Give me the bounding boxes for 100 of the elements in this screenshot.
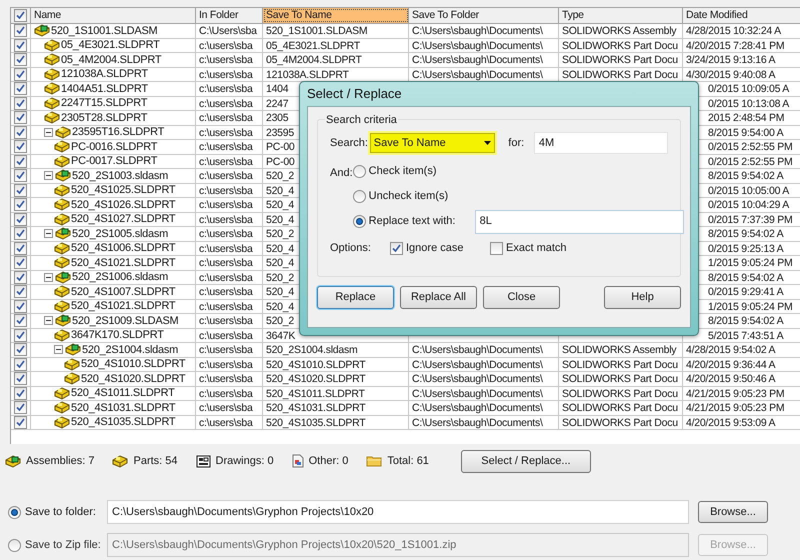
- part-icon: [44, 68, 60, 81]
- checkbox[interactable]: [14, 416, 27, 429]
- checkbox[interactable]: [490, 242, 503, 255]
- part-icon: [54, 242, 70, 255]
- file-name: 121038A.SLDPRT: [61, 68, 148, 81]
- table-cell-text: SOLIDWORKS Part Docu: [561, 53, 678, 66]
- collapse-toggle-icon[interactable]: [44, 272, 53, 282]
- part-icon: [64, 358, 80, 371]
- table-cell-text: c:\users\sba: [198, 169, 253, 182]
- path-field[interactable]: C:\Users\sbaugh\Documents\Gryphon Projects\10x20: [107, 500, 689, 524]
- table-cell-text: 0/2015 10:13:08 A: [707, 96, 789, 110]
- part-icon: [64, 372, 80, 386]
- part-icon: [54, 198, 70, 212]
- search-field[interactable]: 4M: [534, 132, 668, 154]
- column-header[interactable]: In Folder: [196, 8, 263, 23]
- table-cell-text: 520_2: [265, 227, 294, 240]
- count-label: Assemblies: 7: [26, 454, 94, 469]
- assembly-icon: [55, 227, 71, 240]
- checkbox[interactable]: [14, 328, 27, 342]
- checkbox[interactable]: [14, 300, 27, 313]
- browse-button[interactable]: Browse...: [698, 501, 768, 523]
- checkbox[interactable]: [14, 68, 27, 81]
- table-cell-text: SOLIDWORKS Assembly: [561, 343, 676, 356]
- checkbox[interactable]: [14, 154, 27, 168]
- checkbox[interactable]: [390, 242, 403, 255]
- checkbox[interactable]: [14, 111, 27, 124]
- file-name: 520_4S1025.SLDPRT: [71, 184, 176, 197]
- column-header[interactable]: Save To Name: [263, 8, 409, 23]
- count-label: Total: 61: [387, 454, 429, 469]
- radio-button[interactable]: [352, 215, 366, 228]
- table-cell-text: 121038A.SLDPRT: [265, 68, 349, 81]
- dialog-button[interactable]: Replace: [317, 286, 394, 309]
- column-header[interactable]: Type: [559, 8, 683, 23]
- table-cell-text: C:\Users\sbaugh\Documents\: [411, 24, 543, 38]
- table-cell-text: 8/2015 9:54:02 A: [707, 270, 784, 284]
- table-cell-text: 520_4S1031.SLDPRT: [265, 401, 366, 414]
- checkbox[interactable]: [14, 184, 27, 197]
- radio-button[interactable]: [352, 165, 366, 178]
- checkbox[interactable]: [14, 169, 27, 182]
- file-name: 520_4S1007.SLDPRT: [71, 285, 176, 298]
- part-icon: [44, 82, 60, 96]
- table-cell-text: C:\Users\sbaugh\Documents\: [411, 372, 543, 386]
- search-dropdown[interactable]: Save To Name: [370, 133, 496, 153]
- checkbox[interactable]: [14, 227, 27, 240]
- part-icon: [54, 154, 70, 168]
- collapse-toggle-icon[interactable]: [44, 229, 53, 238]
- checkbox[interactable]: [14, 343, 27, 356]
- table-cell-text: C:\Users\sbaugh\Documents\: [411, 343, 543, 356]
- checkbox[interactable]: [14, 140, 27, 154]
- column-header[interactable]: Date Modified: [683, 8, 800, 23]
- select-replace-button[interactable]: Select / Replace...: [460, 450, 591, 472]
- file-name: 520_4S1031.SLDPRT: [71, 401, 176, 414]
- checkbox[interactable]: [14, 82, 27, 96]
- table-cell-text: c:\users\sba: [198, 416, 253, 429]
- column-header[interactable]: Name: [31, 8, 196, 23]
- file-name: 520_4S1035.SLDPRT: [71, 416, 176, 429]
- dialog-button[interactable]: Close: [483, 286, 560, 309]
- table-cell-text: 4/30/2015 9:40:08 A: [685, 68, 776, 81]
- part-icon: [54, 212, 70, 226]
- table-cell-text: 0/2015 7:37:39 PM: [707, 212, 792, 226]
- table-cell-text: 520_4S1010.SLDPRT: [265, 358, 366, 371]
- table-cell-text: 520_4: [265, 212, 294, 226]
- checkbox[interactable]: [14, 256, 27, 270]
- checkbox[interactable]: [14, 24, 27, 38]
- file-name: 520_4S1010.SLDPRT: [81, 358, 186, 371]
- file-name: 2247T15.SLDPRT: [61, 96, 148, 110]
- checkbox[interactable]: [14, 314, 27, 328]
- collapse-toggle-icon[interactable]: [44, 316, 53, 326]
- checkbox[interactable]: [14, 242, 27, 255]
- dialog-button[interactable]: Help: [604, 286, 681, 309]
- file-name: PC-0017.SLDPRT: [71, 154, 158, 168]
- checkbox[interactable]: [14, 9, 27, 22]
- checkbox[interactable]: [14, 38, 27, 52]
- radio-button[interactable]: [352, 190, 366, 203]
- checkbox[interactable]: [14, 53, 27, 66]
- checkbox[interactable]: [14, 358, 27, 371]
- checkbox[interactable]: [14, 212, 27, 226]
- checkbox[interactable]: [14, 401, 27, 414]
- table-cell-text: 4/20/2015 7:28:41 PM: [685, 38, 784, 52]
- radio-button[interactable]: [8, 506, 21, 518]
- collapse-toggle-icon[interactable]: [44, 128, 53, 137]
- collapse-toggle-icon[interactable]: [54, 345, 63, 354]
- checkbox[interactable]: [14, 372, 27, 386]
- table-cell-text: 3647K: [265, 328, 296, 342]
- checkbox[interactable]: [14, 285, 27, 298]
- file-name: 520_4S1026.SLDPRT: [71, 198, 176, 212]
- collapse-toggle-icon[interactable]: [44, 171, 53, 180]
- count-label: Parts: 54: [133, 454, 178, 469]
- assembly-icon: [55, 169, 71, 182]
- checkbox[interactable]: [14, 96, 27, 110]
- column-header[interactable]: Save To Folder: [409, 8, 559, 23]
- checkbox[interactable]: [14, 126, 27, 139]
- checkbox[interactable]: [14, 198, 27, 212]
- file-name: 520_2S1005.sldasm: [72, 227, 168, 240]
- replace-field[interactable]: 8L: [474, 210, 684, 234]
- dialog-button[interactable]: Replace All: [400, 286, 477, 309]
- table-cell-text: 520_4S1011.SLDPRT: [265, 386, 365, 400]
- file-name: 520_4S1006.SLDPRT: [71, 242, 176, 255]
- checkbox[interactable]: [14, 270, 27, 284]
- checkbox[interactable]: [14, 386, 27, 400]
